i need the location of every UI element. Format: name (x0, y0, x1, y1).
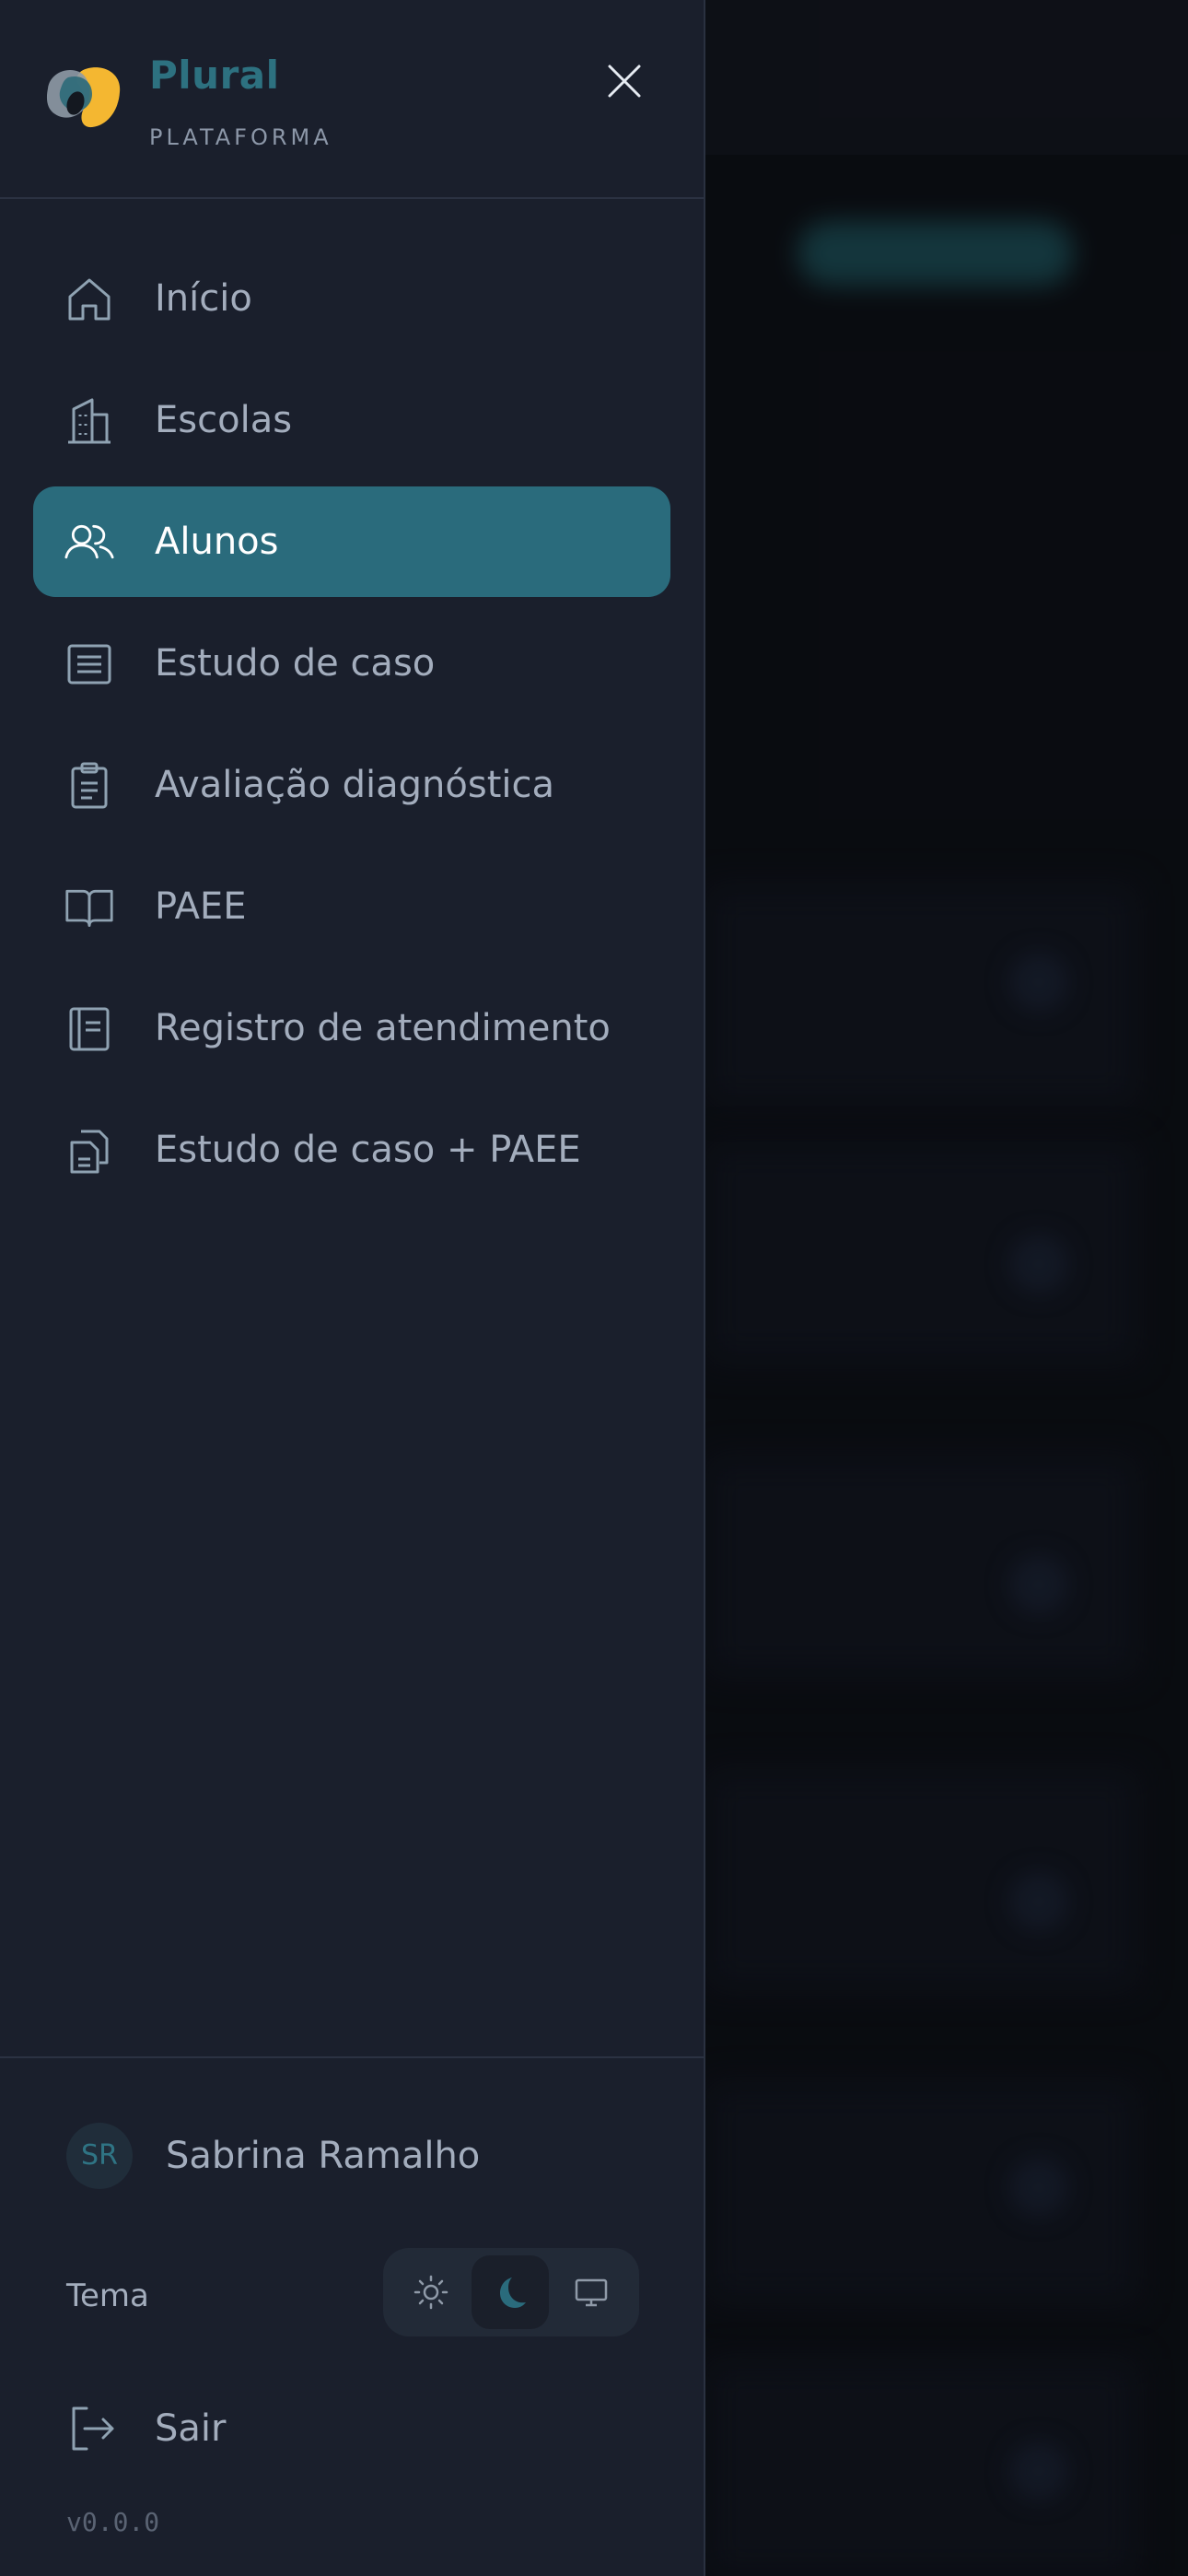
nav-item-label: Registro de atendimento (155, 1007, 611, 1049)
drawer-scrim[interactable] (705, 0, 1188, 2576)
users-icon (64, 518, 114, 568)
sun-icon (413, 2275, 448, 2310)
nav-item-inicio[interactable]: Início (33, 243, 670, 354)
sign-out-label: Sair (155, 2407, 227, 2450)
nav-item-label: Estudo de caso + PAEE (155, 1129, 581, 1171)
nav-item-estudo-de-caso-paee[interactable]: Estudo de caso + PAEE (33, 1095, 670, 1205)
moon-icon (500, 2277, 526, 2308)
drawer-header: Plural PLATAFORMA (0, 0, 704, 199)
nav-item-label: Estudo de caso (155, 642, 436, 685)
app-screen: Plural PLATAFORMA Início Escolas Alunos … (0, 0, 1188, 2576)
nav-item-label: Alunos (155, 521, 279, 563)
theme-switcher (383, 2248, 639, 2336)
nav-item-label: Avaliação diagnóstica (155, 764, 555, 806)
drawer-footer: SR Sabrina Ramalho Tema Sair v0.0.0 (0, 2056, 704, 2576)
avatar: SR (66, 2123, 133, 2189)
list-document-icon (64, 639, 114, 689)
plural-logo (46, 67, 121, 128)
notebook-icon (64, 1004, 114, 1054)
brand-subtitle: PLATAFORMA (149, 124, 332, 150)
close-icon (608, 64, 641, 98)
documents-icon (64, 1126, 114, 1176)
brand-name: Plural (149, 53, 280, 98)
nav-item-label: PAEE (155, 885, 247, 928)
background-content[interactable] (705, 0, 1188, 2576)
nav-item-paee[interactable]: PAEE (33, 851, 670, 962)
nav-item-label: Início (155, 277, 252, 320)
nav-item-estudo-de-caso[interactable]: Estudo de caso (33, 608, 670, 719)
close-drawer-button[interactable] (599, 55, 650, 107)
nav-item-avaliacao-diagnostica[interactable]: Avaliação diagnóstica (33, 730, 670, 840)
theme-system-button[interactable] (553, 2255, 630, 2329)
theme-label: Tema (66, 2277, 149, 2314)
sign-out-button[interactable]: Sair (66, 2392, 619, 2465)
nav-item-label: Escolas (155, 399, 293, 441)
nav-item-registro-de-atendimento[interactable]: Registro de atendimento (33, 973, 670, 1083)
app-version: v0.0.0 (66, 2507, 160, 2537)
user-profile[interactable]: SR Sabrina Ramalho (66, 2123, 656, 2189)
theme-dark-button[interactable] (472, 2255, 549, 2329)
open-book-icon (64, 883, 114, 932)
building-icon (64, 396, 114, 446)
user-name: Sabrina Ramalho (166, 2135, 481, 2177)
navigation-drawer: Plural PLATAFORMA Início Escolas Alunos … (0, 0, 705, 2576)
main-navigation: Início Escolas Alunos Estudo de caso Ava… (33, 243, 670, 1216)
clipboard-icon (64, 761, 114, 811)
theme-light-button[interactable] (392, 2255, 470, 2329)
home-icon (64, 275, 114, 324)
nav-item-escolas[interactable]: Escolas (33, 365, 670, 475)
sign-out-icon (72, 2406, 114, 2451)
nav-item-alunos[interactable]: Alunos (33, 486, 670, 597)
monitor-icon (575, 2278, 608, 2307)
